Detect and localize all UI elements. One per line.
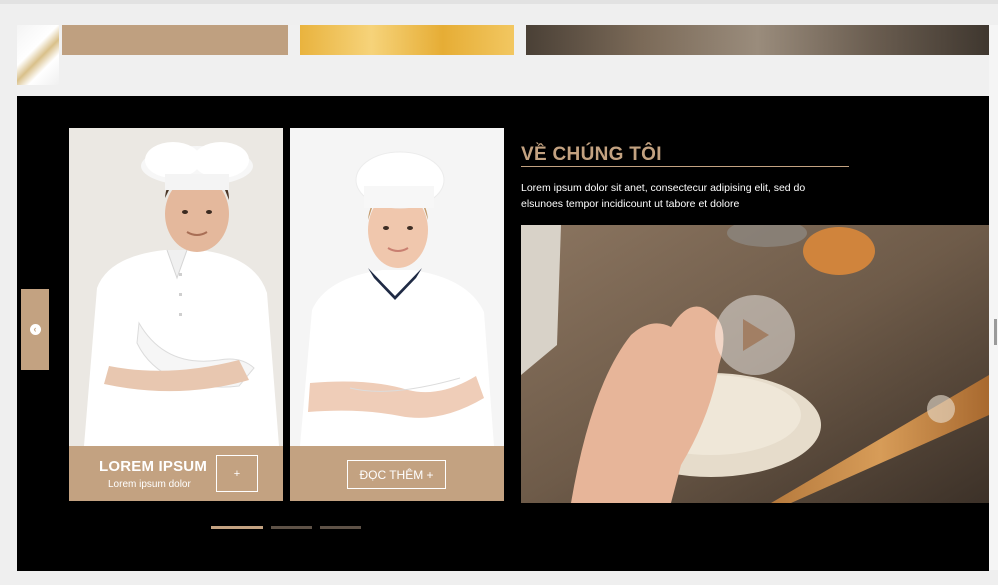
top-border <box>0 0 998 4</box>
about-title: VỀ CHÚNG TÔI <box>521 144 662 165</box>
female-chef-illustration <box>290 128 504 446</box>
slider-prev-button[interactable]: ‹ <box>21 289 49 370</box>
card-subtitle: Lorem ipsum dolor <box>108 479 191 490</box>
gold-swirl-decoration <box>17 25 59 85</box>
video-thumbnail[interactable] <box>521 225 989 503</box>
chef-photo-female <box>290 128 504 446</box>
slider-dot-2[interactable] <box>271 526 312 529</box>
gallery-tile-beige[interactable] <box>62 25 288 55</box>
play-button[interactable] <box>715 295 795 375</box>
about-divider <box>521 166 849 167</box>
read-more-button[interactable]: ĐỌC THÊM + <box>347 460 446 489</box>
scrollbar[interactable] <box>989 25 998 570</box>
male-chef-illustration <box>69 128 283 446</box>
card-title: LOREM IPSUM <box>99 458 208 475</box>
chef-card-1-footer: LOREM IPSUM Lorem ipsum dolor + <box>69 446 283 501</box>
card-plus-button[interactable]: + <box>216 455 258 492</box>
top-gallery <box>17 25 989 96</box>
chef-card-2[interactable]: ĐỌC THÊM + <box>290 128 504 501</box>
about-description: Lorem ipsum dolor sit anet, consectecur … <box>521 182 806 210</box>
gallery-tile-gold[interactable] <box>300 25 514 55</box>
scrollbar-thumb[interactable] <box>994 319 997 345</box>
about-section: ‹ LOREM IPSUM Lorem ipsum dolor + ĐỌC TH… <box>17 96 989 571</box>
play-icon <box>743 319 769 351</box>
slider-dot-3[interactable] <box>320 526 361 529</box>
chevron-left-icon: ‹ <box>29 324 41 335</box>
chef-card-2-footer: ĐỌC THÊM + <box>290 446 504 501</box>
chef-photo-male <box>69 128 283 446</box>
slider-dots <box>211 526 361 529</box>
page: ‹ LOREM IPSUM Lorem ipsum dolor + ĐỌC TH… <box>0 0 998 585</box>
slider-dot-1[interactable] <box>211 526 263 529</box>
bottom-strip <box>0 571 998 585</box>
gallery-tile-stone[interactable] <box>526 25 989 55</box>
chef-card-1[interactable]: LOREM IPSUM Lorem ipsum dolor + <box>69 128 283 501</box>
